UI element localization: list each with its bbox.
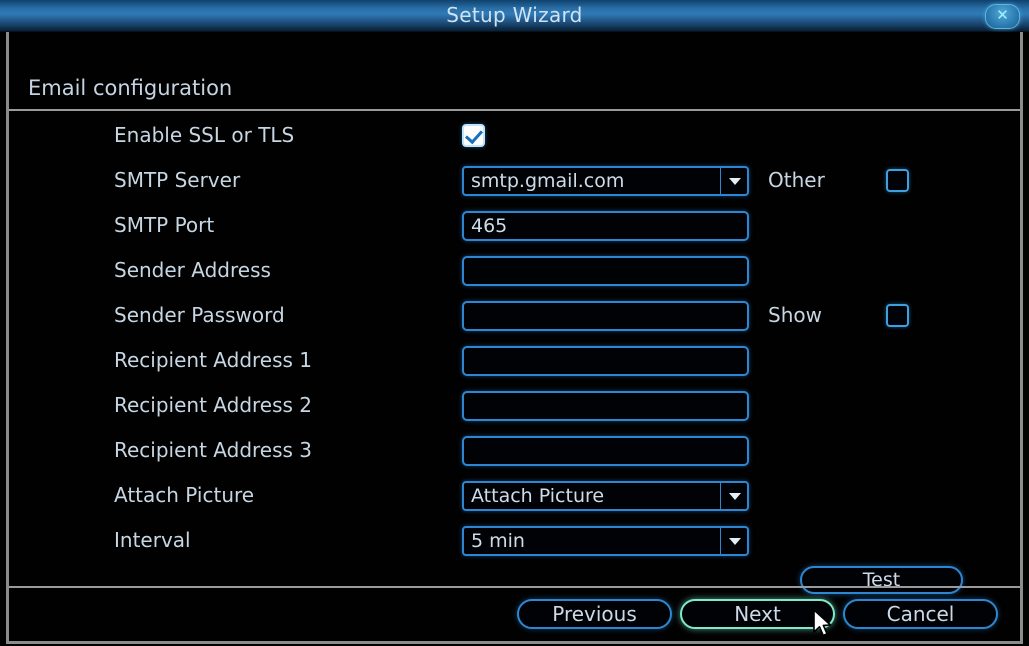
row-enable-ssl: Enable SSL or TLS: [9, 113, 1020, 158]
row-interval: Interval 5 min: [9, 518, 1020, 563]
input-sender-password[interactable]: [462, 301, 749, 331]
label-smtp-server: SMTP Server: [114, 168, 241, 192]
input-smtp-port[interactable]: 465: [462, 211, 749, 241]
dropdown-smtp-server[interactable]: smtp.gmail.com: [462, 166, 749, 196]
label-attach-picture: Attach Picture: [114, 483, 255, 507]
input-recipient-address-2[interactable]: [462, 391, 749, 421]
checkbox-enable-ssl[interactable]: [462, 124, 485, 147]
section-header: Email configuration: [9, 32, 1020, 111]
input-smtp-port-value: 465: [471, 215, 508, 237]
window-title: Setup Wizard: [446, 3, 583, 27]
dropdown-attach-picture[interactable]: Attach Picture: [462, 481, 749, 511]
row-recipient-address-2: Recipient Address 2: [9, 383, 1020, 428]
previous-button[interactable]: Previous: [517, 599, 672, 629]
setup-wizard-dialog: Setup Wizard ✕ Email configuration Enabl…: [0, 0, 1029, 646]
row-smtp-server: SMTP Server smtp.gmail.com Other: [9, 158, 1020, 203]
titlebar: Setup Wizard ✕: [0, 0, 1029, 32]
row-recipient-address-1: Recipient Address 1: [9, 338, 1020, 383]
dropdown-attach-picture-value: Attach Picture: [471, 485, 605, 507]
checkbox-other[interactable]: [886, 169, 909, 192]
label-show: Show: [768, 303, 822, 327]
page-title: Email configuration: [28, 76, 233, 100]
label-recipient-address-3: Recipient Address 3: [114, 438, 313, 462]
input-sender-address[interactable]: [462, 256, 749, 286]
cancel-button[interactable]: Cancel: [843, 599, 998, 629]
chevron-down-icon[interactable]: [720, 483, 747, 509]
chevron-down-icon[interactable]: [720, 528, 747, 554]
label-enable-ssl: Enable SSL or TLS: [114, 123, 295, 147]
dialog-footer: Previous Next Cancel: [9, 586, 1020, 638]
label-sender-password: Sender Password: [114, 303, 285, 327]
dropdown-interval-value: 5 min: [471, 530, 525, 552]
checkbox-show-password[interactable]: [886, 304, 909, 327]
next-button-label: Next: [734, 602, 781, 626]
next-button[interactable]: Next: [680, 599, 835, 629]
row-sender-address: Sender Address: [9, 248, 1020, 293]
input-recipient-address-1[interactable]: [462, 346, 749, 376]
row-attach-picture: Attach Picture Attach Picture: [9, 473, 1020, 518]
label-interval: Interval: [114, 528, 191, 552]
dropdown-smtp-server-value: smtp.gmail.com: [471, 170, 625, 192]
chevron-down-icon[interactable]: [720, 168, 747, 194]
row-smtp-port: SMTP Port 465: [9, 203, 1020, 248]
row-recipient-address-3: Recipient Address 3: [9, 428, 1020, 473]
row-sender-password: Sender Password Show: [9, 293, 1020, 338]
dialog-frame: Email configuration Enable SSL or TLS SM…: [6, 32, 1023, 644]
previous-button-label: Previous: [552, 602, 637, 626]
cancel-button-label: Cancel: [886, 602, 955, 626]
label-recipient-address-2: Recipient Address 2: [114, 393, 313, 417]
label-other: Other: [768, 168, 825, 192]
input-recipient-address-3[interactable]: [462, 436, 749, 466]
close-button[interactable]: ✕: [985, 4, 1020, 29]
email-configuration-form: Enable SSL or TLS SMTP Server smtp.gmail…: [9, 113, 1020, 594]
label-recipient-address-1: Recipient Address 1: [114, 348, 313, 372]
close-icon: ✕: [996, 6, 1009, 24]
dropdown-interval[interactable]: 5 min: [462, 526, 749, 556]
label-smtp-port: SMTP Port: [114, 213, 215, 237]
label-sender-address: Sender Address: [114, 258, 271, 282]
